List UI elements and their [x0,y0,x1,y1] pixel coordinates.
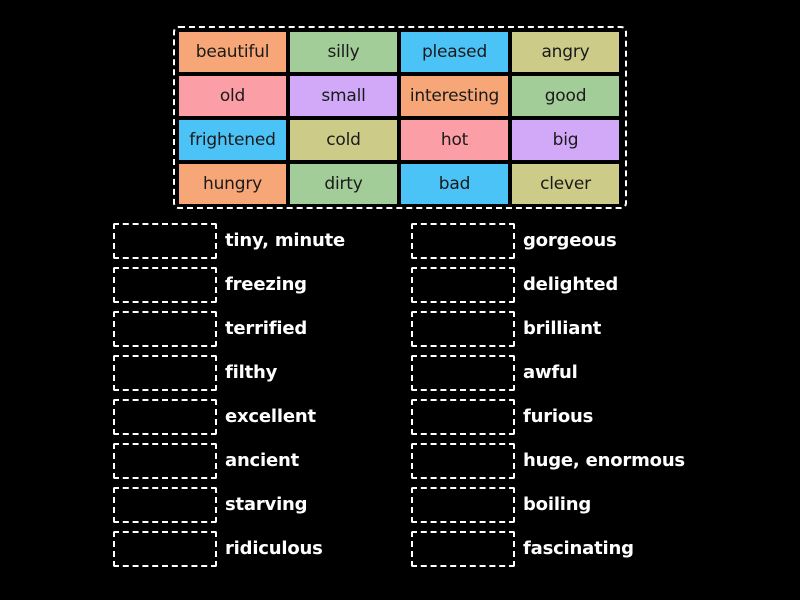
drop-zone[interactable] [113,267,217,303]
target-label: ancient [225,450,300,471]
target-label: awful [523,362,578,383]
word-tile[interactable]: bad [401,164,508,204]
drop-zone[interactable] [411,531,515,567]
word-tile[interactable]: beautiful [179,32,286,72]
target-label: huge, enormous [523,450,685,471]
word-tile[interactable]: dirty [290,164,397,204]
drop-zone[interactable] [411,487,515,523]
drop-zone[interactable] [411,311,515,347]
drop-zone[interactable] [113,487,217,523]
word-tile[interactable]: good [512,76,619,116]
target-label: delighted [523,274,619,295]
target-label: tiny, minute [225,230,345,251]
word-tile[interactable]: interesting [401,76,508,116]
drop-zone[interactable] [411,267,515,303]
target-label: excellent [225,406,316,427]
drop-zone[interactable] [411,355,515,391]
target-label: brilliant [523,318,602,339]
word-tile[interactable]: hot [401,120,508,160]
drop-zone[interactable] [411,399,515,435]
target-label: furious [523,406,594,427]
drop-zone[interactable] [113,443,217,479]
drop-zone[interactable] [113,531,217,567]
drop-zone[interactable] [113,223,217,259]
drop-zone[interactable] [113,399,217,435]
drop-zone[interactable] [411,223,515,259]
word-tile[interactable]: clever [512,164,619,204]
word-tile[interactable]: pleased [401,32,508,72]
drop-zone[interactable] [113,355,217,391]
word-tile-bank: beautiful silly pleased angry old small … [173,26,627,209]
target-label: filthy [225,362,278,383]
drop-zone[interactable] [411,443,515,479]
target-label: terrified [225,318,308,339]
word-tile[interactable]: old [179,76,286,116]
word-tile[interactable]: hungry [179,164,286,204]
target-label: ridiculous [225,538,323,559]
target-label: starving [225,494,308,515]
word-tile[interactable]: cold [290,120,397,160]
target-label: freezing [225,274,307,295]
target-label: gorgeous [523,230,617,251]
drop-zone[interactable] [113,311,217,347]
word-tile[interactable]: silly [290,32,397,72]
target-label: fascinating [523,538,634,559]
word-tile[interactable]: angry [512,32,619,72]
word-tile[interactable]: big [512,120,619,160]
target-label: boiling [523,494,592,515]
word-tile[interactable]: frightened [179,120,286,160]
word-tile[interactable]: small [290,76,397,116]
